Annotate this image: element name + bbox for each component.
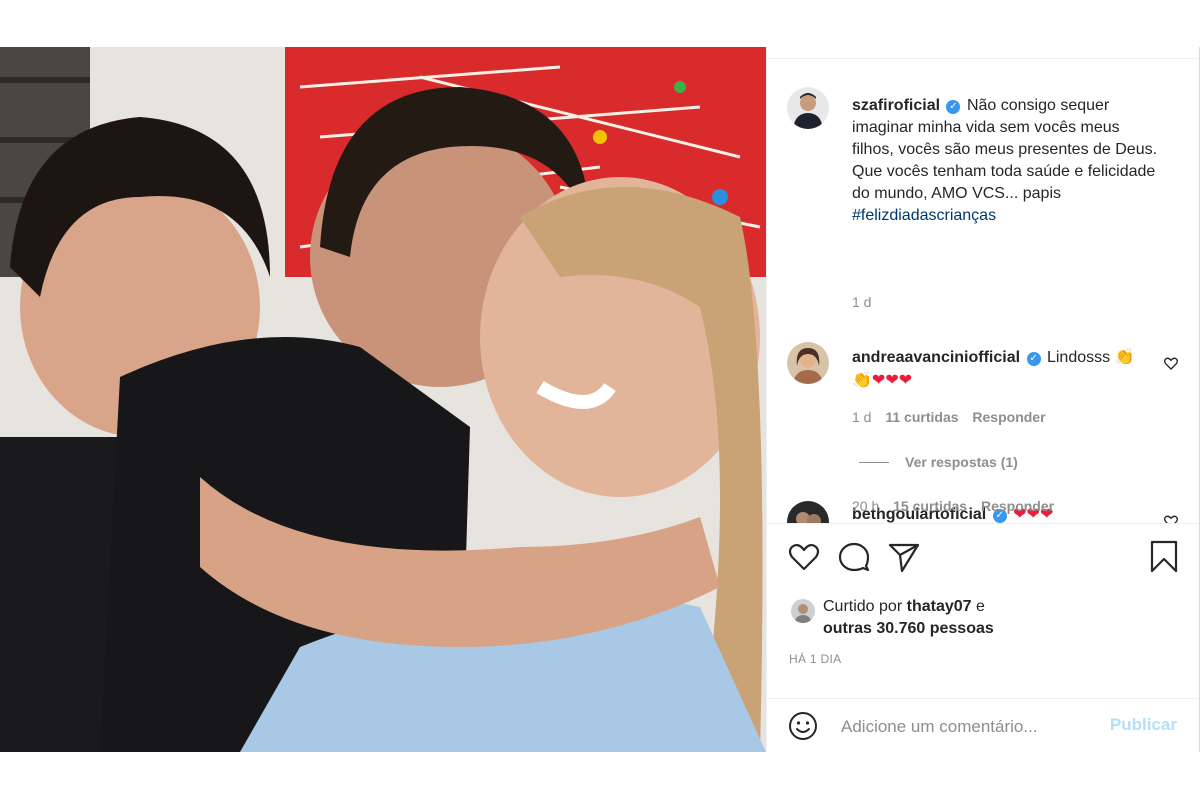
like-comment-heart-icon[interactable] xyxy=(1163,513,1179,523)
comment-time[interactable]: 1 d xyxy=(852,409,871,425)
liker-avatar[interactable] xyxy=(791,599,815,623)
liker-avatar-image xyxy=(791,599,815,623)
comment-username[interactable]: andreaavanciniofficial xyxy=(852,349,1020,366)
commenter-avatar[interactable] xyxy=(787,342,829,384)
family-photo-illustration xyxy=(0,47,766,752)
divider xyxy=(767,58,1199,59)
comment-1: andreaavanciniofficial ✓ Lindosss 👏 👏❤❤❤ xyxy=(852,346,1159,392)
view-replies-label: Ver respostas (1) xyxy=(905,454,1018,470)
liked-by-user[interactable]: thatay07 xyxy=(907,598,972,615)
post-photo[interactable] xyxy=(0,47,766,752)
liked-by-connector: e xyxy=(975,598,985,615)
replies-line xyxy=(859,462,889,463)
post-actions: Curtido por thatay07 e outras 30.760 pes… xyxy=(767,523,1199,699)
publish-button[interactable]: Publicar xyxy=(1110,715,1177,735)
clap-emoji-icon: 👏 xyxy=(1114,347,1135,366)
comment-input[interactable] xyxy=(839,713,1093,741)
reply-button[interactable]: Responder xyxy=(972,409,1045,425)
view-replies-button[interactable]: Ver respostas (1) xyxy=(859,454,1018,470)
like-comment-heart-icon[interactable] xyxy=(1163,355,1179,371)
bookmark-icon[interactable] xyxy=(1147,540,1181,574)
liked-by-others[interactable]: outras 30.760 pessoas xyxy=(823,620,994,637)
liked-by-prefix: Curtido por xyxy=(823,598,903,615)
red-heart-emoji-icon: ❤❤❤ xyxy=(871,370,913,389)
comments-list: szafiroficial ✓ Não consigo sequer imagi… xyxy=(767,87,1199,523)
reply-button[interactable]: Responder xyxy=(981,498,1054,514)
verified-badge-icon: ✓ xyxy=(946,100,961,114)
commenter-avatar[interactable] xyxy=(787,501,829,523)
comment-2-meta: 20 h 15 curtidas Responder xyxy=(852,498,1054,514)
post-sidebar: szafiroficial ✓ Não consigo sequer imagi… xyxy=(766,47,1200,752)
comment-1-meta: 1 d 11 curtidas Responder xyxy=(852,409,1046,425)
caption: szafiroficial ✓ Não consigo sequer imagi… xyxy=(852,95,1159,227)
liked-by: Curtido por thatay07 e outras 30.760 pes… xyxy=(823,596,994,640)
heart-outline-icon[interactable] xyxy=(787,540,821,574)
author-username[interactable]: szafiroficial xyxy=(852,97,940,114)
post-timestamp[interactable]: HÁ 1 DIA xyxy=(789,652,841,666)
comment-likes[interactable]: 11 curtidas xyxy=(885,409,958,425)
comment-text: Lindosss xyxy=(1046,349,1111,366)
comment-bubble-icon[interactable] xyxy=(837,540,871,574)
comment-likes[interactable]: 15 curtidas xyxy=(893,498,967,514)
caption-meta: 1 d xyxy=(852,294,871,310)
comment-time[interactable]: 20 h xyxy=(852,498,879,514)
commenter-avatar-image xyxy=(787,342,829,384)
paper-plane-icon[interactable] xyxy=(887,540,921,574)
clap-emoji-icon: 👏 xyxy=(852,370,872,389)
verified-badge-icon: ✓ xyxy=(1026,352,1041,366)
caption-time[interactable]: 1 d xyxy=(852,294,871,310)
commenter-avatar-image xyxy=(787,501,829,523)
smiley-emoji-icon[interactable] xyxy=(787,710,819,742)
hashtag-link[interactable]: #felizdiadascrianças xyxy=(852,207,996,224)
author-avatar[interactable] xyxy=(787,87,829,129)
instagram-post: szafiroficial ✓ Não consigo sequer imagi… xyxy=(0,47,1200,752)
author-avatar-image xyxy=(787,87,829,129)
add-comment-bar: Publicar xyxy=(767,698,1199,753)
